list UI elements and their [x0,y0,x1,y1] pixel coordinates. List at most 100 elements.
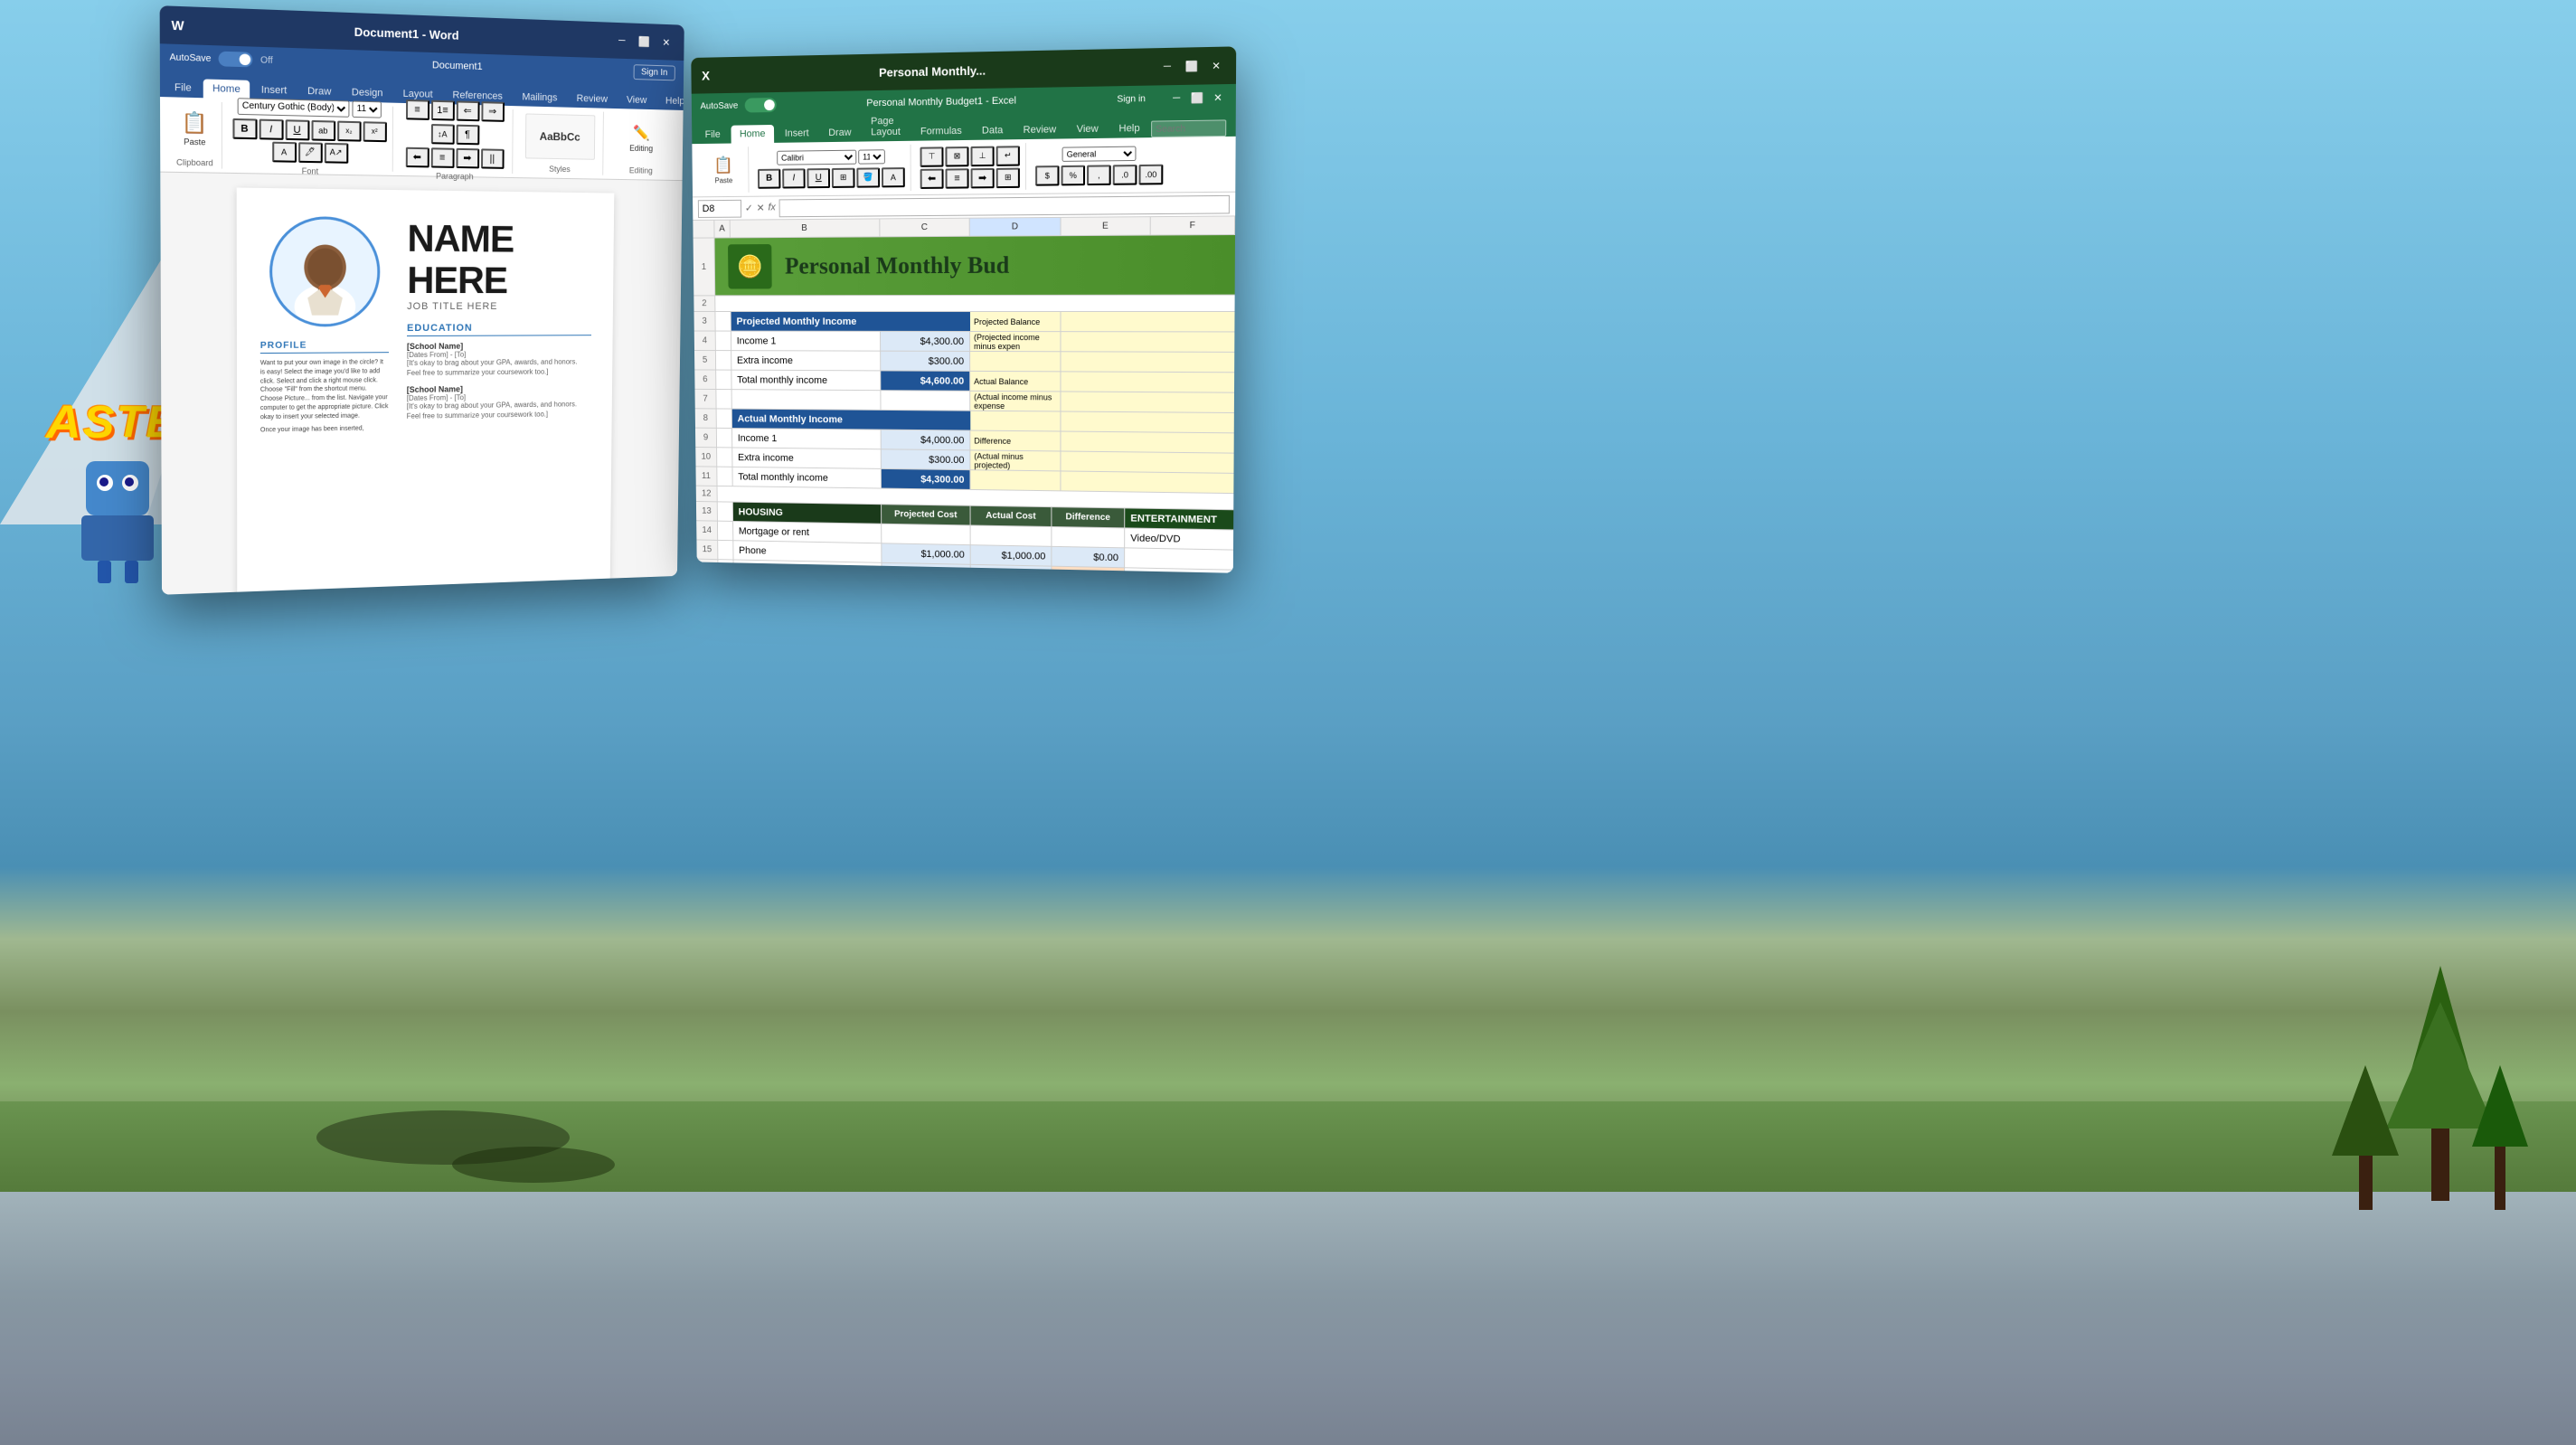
excel-close-button[interactable]: ✕ [1208,57,1225,74]
excel-col-header-a[interactable]: A [714,221,731,238]
bold-button[interactable]: B [232,118,257,138]
word-close-button[interactable]: ✕ [658,34,674,51]
word-tab-mailings[interactable]: Mailings [514,88,567,108]
excel-borders-button[interactable]: ⊞ [832,167,855,187]
word-tab-file[interactable]: File [165,78,201,98]
word-tab-help[interactable]: Help [656,92,684,111]
excel-signin-button[interactable]: Sign in [1109,91,1153,106]
excel-top-align[interactable]: ⊤ [920,146,944,166]
actual-cost-header[interactable]: Actual Cost [971,506,1052,527]
excel-fontsize-select[interactable]: 11 [858,149,885,164]
row-15-diff[interactable]: $0.00 [1052,547,1125,568]
indent-increase-button[interactable]: ⇒ [481,101,505,122]
excel-col-header-e[interactable]: E [1062,217,1151,235]
excel-mid-align[interactable]: ⊠ [945,146,968,166]
bullet-list-button[interactable]: ≡ [406,99,429,119]
font-name-select[interactable]: Century Gothic (Body) [238,98,350,118]
excel-fill-button[interactable]: 🪣 [856,167,880,187]
excel-dec-decimal[interactable]: .00 [1138,164,1163,184]
indent-decrease-button[interactable]: ⇐ [456,100,479,121]
superscript-button[interactable]: x² [363,121,386,142]
excel-autosave-toggle[interactable] [745,98,777,113]
styles-gallery[interactable]: AaBbCc [524,113,594,159]
paragraph-mark-button[interactable]: ¶ [456,124,479,145]
italic-button[interactable]: I [259,118,283,139]
justify-button[interactable]: || [481,148,505,168]
excel-tab-review[interactable]: Review [1014,120,1065,139]
row-14-actual-cost[interactable] [971,525,1052,546]
row-4-income1-label[interactable]: Income 1 [731,332,881,352]
row-14-diff[interactable] [1052,527,1125,548]
excel-col-header-c[interactable]: C [880,219,969,237]
housing-header-cell[interactable]: HOUSING [733,503,882,524]
excel-left-align[interactable]: ⬅ [920,168,944,188]
excel-win-max[interactable]: ⬜ [1189,90,1206,107]
excel-tab-help[interactable]: Help [1109,119,1149,138]
projected-income-header-cell[interactable]: Projected Monthly Income [731,312,970,332]
row-5-extra-amount[interactable]: $300.00 [881,352,970,372]
word-maximize-button[interactable]: ⬜ [637,33,652,50]
entertainment-header-cell[interactable]: ENTERTAINMENT [1125,508,1233,530]
row-15-proj-cost[interactable]: $1,000.00 [882,543,970,565]
font-size-select[interactable]: 11 [352,100,381,118]
highlight-button[interactable]: 🖊 [298,142,323,163]
row-6-total-amount[interactable]: $4,600.00 [881,371,970,391]
row-10-extra-amount[interactable]: $300.00 [882,449,971,470]
excel-win-close[interactable]: ✕ [1210,89,1227,106]
text-color-button[interactable]: A [272,141,297,162]
excel-win-min[interactable]: ─ [1168,90,1185,107]
excel-tab-file[interactable]: File [696,126,730,144]
clear-format-button[interactable]: A↗ [324,142,348,163]
row-15-actual-cost[interactable]: $1,000.00 [971,545,1052,566]
row-14-entertainment[interactable]: Video/DVD [1125,528,1233,550]
excel-bot-align[interactable]: ⊥ [970,146,994,166]
excel-currency-button[interactable]: $ [1035,165,1059,186]
excel-maximize-button[interactable]: ⬜ [1184,58,1201,75]
projected-cost-header[interactable]: Projected Cost [882,505,971,525]
align-center-button[interactable]: ≡ [430,147,454,168]
excel-col-header-b[interactable]: B [731,219,881,237]
excel-tab-view[interactable]: View [1067,119,1108,138]
subscript-button[interactable]: x₂ [337,120,361,141]
word-autosave-toggle[interactable] [219,52,253,68]
excel-bold-button[interactable]: B [758,168,780,188]
excel-tab-formulas[interactable]: Formulas [911,122,971,141]
row-10-extra-label[interactable]: Extra income [732,448,882,468]
excel-center-align[interactable]: ≡ [946,168,969,188]
excel-merge-button[interactable]: ⊞ [996,167,1020,188]
excel-col-header-d[interactable]: D [970,218,1062,236]
actual-income-header-cell[interactable]: Actual Monthly Income [732,410,971,431]
excel-formula-input[interactable] [779,194,1230,216]
excel-tab-insert[interactable]: Insert [776,124,818,143]
excel-col-header-f[interactable]: F [1151,216,1235,234]
excel-tab-home[interactable]: Home [731,125,774,144]
excel-tab-pagelayout[interactable]: Page Layout [862,112,910,142]
word-tab-home[interactable]: Home [203,79,250,99]
align-left-button[interactable]: ⬅ [405,146,429,167]
word-minimize-button[interactable]: ─ [614,33,629,49]
align-right-button[interactable]: ➡ [456,147,479,168]
excel-comma-button[interactable]: , [1087,165,1111,185]
word-tab-view[interactable]: View [618,90,655,109]
excel-wrap-button[interactable]: ↵ [996,146,1020,166]
excel-font-select[interactable]: Calibri [777,149,856,165]
excel-search-input[interactable] [1151,119,1226,137]
excel-cell-ref[interactable]: D8 [698,199,741,217]
numbered-list-button[interactable]: 1≡ [430,99,454,120]
excel-right-align[interactable]: ➡ [971,167,995,188]
row-14-mortgage-label[interactable]: Mortgage or rent [733,522,882,543]
excel-tab-data[interactable]: Data [973,121,1013,140]
row-14-proj-cost[interactable] [882,524,970,545]
excel-percent-button[interactable]: % [1062,165,1086,185]
word-paste-button[interactable]: 📋 Paste [174,102,216,154]
row-9-income1-amount[interactable]: $4,000.00 [882,430,971,451]
word-tab-review[interactable]: Review [568,90,617,109]
excel-minimize-button[interactable]: ─ [1159,58,1176,75]
excel-tab-draw[interactable]: Draw [819,124,860,143]
excel-underline-button[interactable]: U [807,168,830,188]
word-editing-button[interactable]: ✏️ Editing [622,114,660,163]
row-11-total-amount[interactable]: $4,300.00 [882,469,971,490]
word-signin-button[interactable]: Sign In [633,64,675,80]
excel-fontcolor-button[interactable]: A [882,167,905,187]
row-11-total-label[interactable]: Total monthly income [732,468,882,489]
